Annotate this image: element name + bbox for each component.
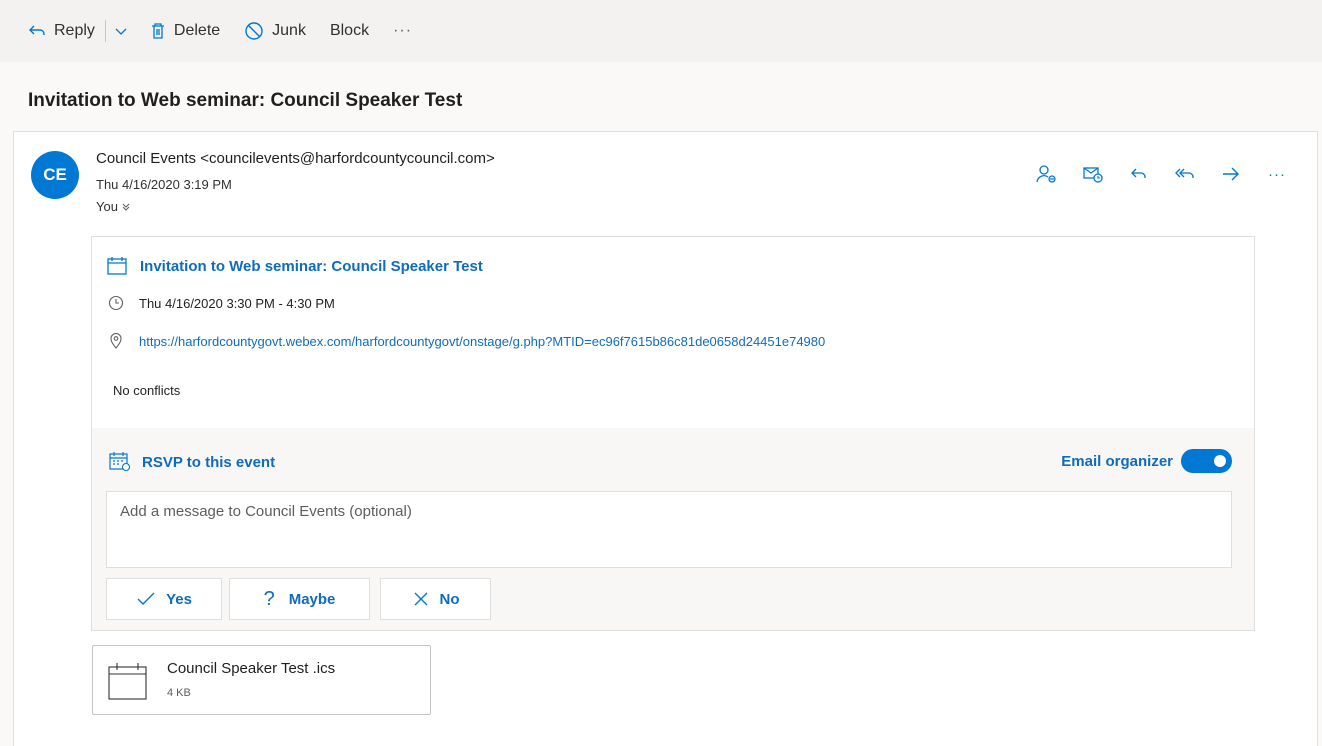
reply-all-icon — [1175, 168, 1194, 178]
forward-button[interactable] — [1214, 162, 1248, 186]
question-icon: ? — [263, 587, 275, 610]
reply-icon — [29, 25, 45, 35]
double-chevron-down-icon — [122, 203, 130, 211]
recipient-line[interactable]: You — [96, 199, 131, 214]
reply-icon — [1131, 168, 1146, 178]
block-circle-icon — [245, 22, 263, 40]
event-time-row: Thu 4/16/2020 3:30 PM - 4:30 PM — [108, 295, 335, 311]
mail-clock-icon — [1083, 167, 1103, 183]
close-icon — [414, 592, 427, 606]
trash-icon — [151, 23, 164, 39]
attachment-name: Council Speaker Test .ics — [167, 660, 336, 677]
event-location-row: https://harfordcountygovt.webex.com/harf… — [108, 332, 825, 350]
reply-button[interactable]: Reply — [28, 22, 95, 40]
more-icon: ··· — [1268, 165, 1286, 183]
message-subject: Invitation to Web seminar: Council Speak… — [28, 90, 463, 111]
sender-name[interactable]: Council Events <councilevents@harfordcou… — [96, 150, 495, 167]
tentative-button[interactable]: ? Maybe — [229, 578, 370, 620]
more-actions-button[interactable]: ··· — [393, 22, 412, 40]
event-title-row[interactable]: Invitation to Web seminar: Council Speak… — [106, 256, 483, 276]
reply-label: Reply — [54, 22, 95, 39]
location-pin-icon — [110, 333, 122, 349]
email-organizer-label: Email organizer — [1061, 452, 1173, 470]
recipient-name: You — [96, 199, 118, 214]
calendar-icon — [107, 257, 127, 275]
tentative-label: Maybe — [288, 590, 336, 608]
chevron-down-icon — [115, 28, 127, 35]
block-label: Block — [329, 22, 370, 39]
reply-options-button[interactable] — [114, 26, 128, 36]
clock-icon — [108, 295, 124, 311]
accept-button[interactable]: Yes — [106, 578, 222, 620]
person-icon — [1036, 165, 1056, 183]
command-bar: Reply Delete Junk Block ··· — [0, 0, 1322, 62]
calendar-reply-icon — [109, 452, 131, 472]
attachment-size: 4 KB — [167, 687, 191, 699]
email-organizer-toggle[interactable] — [1181, 449, 1232, 473]
calendar-file-icon — [108, 663, 147, 700]
event-time: Thu 4/16/2020 3:30 PM - 4:30 PM — [139, 295, 335, 311]
arrow-right-icon — [1223, 167, 1239, 181]
reply-icon-button[interactable] — [1122, 162, 1156, 186]
toolbar-divider — [104, 20, 106, 42]
sent-date: Thu 4/16/2020 3:19 PM — [96, 177, 232, 192]
event-location-link[interactable]: https://harfordcountygovt.webex.com/harf… — [139, 334, 825, 349]
more-message-actions-button[interactable]: ··· — [1260, 162, 1294, 186]
checkmark-icon — [137, 592, 155, 605]
reply-all-button[interactable] — [1168, 162, 1202, 186]
accept-label: Yes — [166, 590, 192, 608]
rsvp-label: RSVP to this event — [142, 453, 276, 471]
event-title: Invitation to Web seminar: Council Speak… — [140, 257, 483, 275]
message-actions: ··· — [1030, 162, 1306, 186]
avatar[interactable]: CE — [31, 151, 79, 199]
attachment-card[interactable]: Council Speaker Test .ics 4 KB — [92, 645, 431, 715]
conflicts-status: No conflicts — [113, 383, 181, 398]
sender-contact-button[interactable] — [1030, 162, 1064, 186]
block-button[interactable]: Block — [330, 22, 369, 40]
email-organizer-control: Email organizer — [1061, 449, 1232, 473]
junk-label: Junk — [272, 22, 306, 39]
immersive-reader-button[interactable] — [1076, 162, 1110, 186]
junk-button[interactable]: Junk — [244, 21, 306, 41]
decline-label: No — [439, 590, 460, 608]
rsvp-message-input[interactable] — [106, 491, 1232, 568]
delete-label: Delete — [173, 22, 221, 39]
rsvp-header: RSVP to this event — [108, 451, 275, 473]
toggle-knob — [1214, 455, 1226, 467]
delete-button[interactable]: Delete — [150, 22, 220, 40]
decline-button[interactable]: No — [380, 578, 491, 620]
